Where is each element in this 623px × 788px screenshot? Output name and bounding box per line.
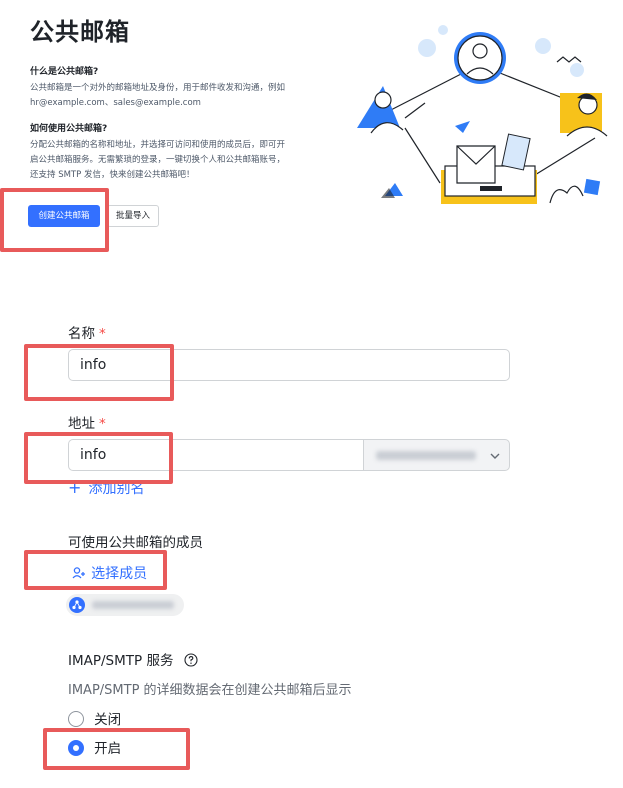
how-to-line-1: 分配公共邮箱的名称和地址，并选择可访问和使用的成员后，即可开 [30, 140, 286, 150]
highlight-address-input [24, 432, 173, 484]
radio-off-option[interactable]: 关闭 [68, 708, 121, 728]
highlight-radio-on [43, 728, 190, 770]
page-title: 公共邮箱 [30, 18, 130, 46]
radio-off-circle[interactable] [68, 711, 84, 727]
group-avatar-icon [69, 597, 85, 613]
what-is-line-1: 公共邮箱是一个对外的邮箱地址及身份，用于邮件收发和沟通，例如 [30, 83, 286, 93]
address-label: 地址 * [68, 412, 106, 432]
name-label: 名称 * [68, 322, 106, 342]
imap-smtp-label-text: IMAP/SMTP 服务 [68, 653, 174, 669]
chevron-down-icon [490, 453, 500, 459]
radio-off-label: 关闭 [94, 712, 122, 728]
question-circle-icon[interactable] [184, 653, 198, 667]
required-mark: * [99, 416, 106, 432]
required-mark: * [99, 326, 106, 342]
what-is-heading: 什么是公共邮箱? [30, 67, 99, 77]
imap-smtp-label: IMAP/SMTP 服务 [68, 649, 198, 669]
mailbox-illustration [357, 25, 608, 204]
how-to-line-3: 还支持 SMTP 发信，快来创建公共邮箱吧！ [30, 170, 195, 180]
member-name-redacted [92, 601, 174, 609]
how-to-line-2: 启公共邮箱服务。无需繁琐的登录，一键切换个人和公共邮箱账号， [30, 155, 286, 165]
imap-smtp-hint: IMAP/SMTP 的详细数据会在创建公共邮箱后显示 [68, 683, 352, 698]
member-tag[interactable] [66, 594, 184, 616]
highlight-name-input [24, 344, 174, 401]
highlight-create-button [0, 188, 109, 252]
members-label: 可使用公共邮箱的成员 [68, 535, 203, 551]
what-is-text: 公共邮箱是一个对外的邮箱地址及身份，用于邮件收发和沟通，例如 hr@exampl… [30, 81, 285, 111]
what-is-line-2: hr@example.com、sales@example.com [30, 98, 201, 108]
how-to-heading: 如何使用公共邮箱? [30, 124, 108, 134]
name-label-text: 名称 [68, 326, 95, 342]
domain-select[interactable] [363, 439, 510, 471]
how-to-text: 分配公共邮箱的名称和地址，并选择可访问和使用的成员后，即可开 启公共邮箱服务。无… [30, 138, 285, 183]
domain-value-redacted [376, 451, 476, 460]
batch-import-button[interactable]: 批量导入 [107, 205, 159, 227]
highlight-select-members [24, 550, 167, 590]
address-label-text: 地址 [68, 416, 95, 432]
